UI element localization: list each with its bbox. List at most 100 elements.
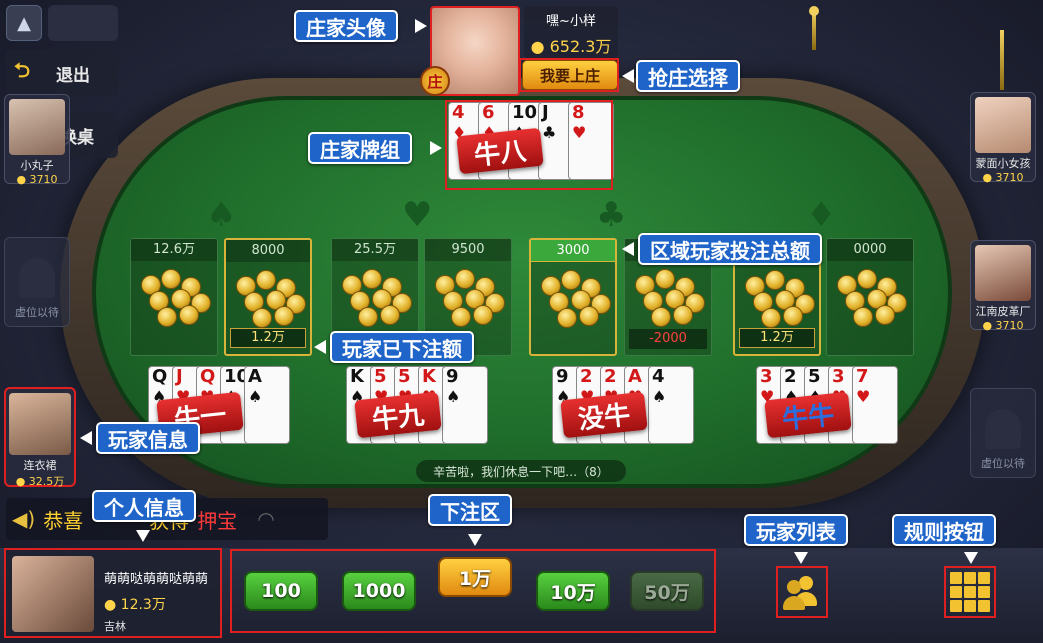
chip-100k[interactable]: 10万 [536,571,610,611]
seat-gold: ● 32.5万 [15,475,65,488]
seat-left-bottom[interactable]: 连衣裙 ● 32.5万 [4,387,76,488]
player-list-button[interactable] [776,566,828,618]
card-rank: 6 [482,102,495,123]
seat-gold-value: 3710 [29,173,58,186]
card-suit: ♠ [652,387,667,406]
card-rank: 2 [784,366,797,387]
player-hand: 9♠2♥2♥A♥4♠没牛 [552,366,702,446]
card-rank: K [350,366,364,387]
seat-right-bottom-empty[interactable]: 虚位以待 [970,388,1036,478]
card-rank: J [542,102,549,123]
bet-zone[interactable]: 0000 [826,238,914,356]
banker-info: 嘿~小样 ● 652.3万 [524,6,618,58]
bet-chip-area: 100 1000 1万 10万 50万 [230,549,716,633]
empty-seat-label: 虚位以待 [15,306,59,319]
callout-arrow [415,19,427,33]
seat-gold-value: 3710 [995,171,1024,184]
chip-10k[interactable]: 1万 [438,557,512,597]
exit-icon: ⮌ [14,58,31,82]
table-message: 辛苦啦，我们休息一下吧…（8） [416,460,626,482]
callout-player-list: 玩家列表 [744,514,848,546]
coin-pile [735,262,819,328]
coin-icon [561,270,581,290]
seat-gold-value: 32.5万 [28,475,65,488]
zone-my-bet: 1.2万 [739,328,815,348]
chip-500k[interactable]: 50万 [630,571,704,611]
callout-personal-info: 个人信息 [92,490,196,522]
player-hand: 3♥2♠5♠3♥7♥牛牛 [756,366,906,446]
my-gold-value: 12.3万 [120,597,166,613]
card-rank: 5 [808,366,821,387]
card-rank: 2 [580,366,593,387]
zone-total: 8000 [226,240,310,262]
grid-icon [950,572,990,612]
bet-zone[interactable]: 3000 [529,238,617,356]
marquee-text: 恭喜 [43,508,84,533]
card-rank: 8 [572,102,585,123]
callout-banker-cards: 庄家牌组 [308,132,412,164]
card-rank: A [628,366,642,387]
card-rank: 5 [398,366,411,387]
zone-total: 3000 [531,240,615,262]
callout-arrow [136,530,150,542]
card-rank: 10 [512,102,538,123]
seat-right-mid[interactable]: 江南皮革厂 ● 3710 [970,240,1036,332]
seat-right-top[interactable]: 蒙面小女孩 ● 3710 [970,92,1036,184]
coin-icon [252,308,272,328]
rope-pole [1000,30,1004,90]
grab-banker-button[interactable]: 我要上庄 [522,60,618,90]
coin-icon [451,307,471,327]
my-info[interactable]: 萌萌哒萌萌哒萌萌 ● 12.3万 吉林 [4,548,222,638]
card-suit: ♠ [248,387,263,406]
seat-left-top[interactable]: 小丸子 ● 3710 [4,94,70,186]
avatar [9,99,65,155]
club-icon: ♣ [596,195,627,235]
callout-arrow [622,242,634,256]
my-avatar [12,556,94,632]
coin-icon [380,305,400,325]
users-icon [783,574,821,610]
card-rank: 4 [652,366,665,387]
coin-icon [161,269,181,289]
zone-total: 12.6万 [131,239,217,261]
coin-icon [455,269,475,289]
bet-zone[interactable]: 12.6万 [130,238,218,356]
rules-button[interactable] [944,566,996,618]
wifi-icon: ◠ [257,507,275,531]
my-location: 吉林 [104,620,126,633]
card-rank: K [422,366,436,387]
chip-1000[interactable]: 1000 [342,571,416,611]
card-rank: 4 [452,102,465,123]
coin-icon [579,306,599,326]
collapse-button[interactable]: ▲ [6,5,42,41]
coin-icon [651,307,671,327]
callout-arrow [964,552,978,564]
empty-seat-silhouette [985,409,1021,449]
card-rank: 7 [856,366,869,387]
coin-icon [358,307,378,327]
coin-pile [425,261,511,327]
avatar [975,245,1031,301]
my-name: 萌萌哒萌萌哒萌萌 [104,572,209,587]
card-suit: ♠ [446,387,461,406]
card-suit: ♥ [856,387,871,406]
callout-arrow [430,141,442,155]
callout-arrow [468,534,482,546]
empty-seat-silhouette [19,258,55,298]
banker-gold: ● 652.3万 [530,37,612,56]
coin-icon [765,270,785,290]
coin-icon [362,269,382,289]
bet-zone[interactable]: 8000 1.2万 [224,238,312,356]
seat-left-mid-empty[interactable]: 虚位以待 [4,237,70,327]
heart-icon: ♥ [402,195,433,235]
card-rank: A [248,366,262,387]
callout-zone-total: 区域玩家投注总额 [638,233,822,265]
exit-button[interactable]: ⮌ 退出 [6,50,118,96]
chip-100[interactable]: 100 [244,571,318,611]
seat-gold: ● 3710 [982,171,1024,184]
banker-hand: 4♦6♦10♠J♣8♥牛八 [448,102,614,182]
exit-label: 退出 [56,65,91,86]
coin-pile [131,261,217,327]
coin-icon [157,307,177,327]
card-rank: 2 [604,366,617,387]
